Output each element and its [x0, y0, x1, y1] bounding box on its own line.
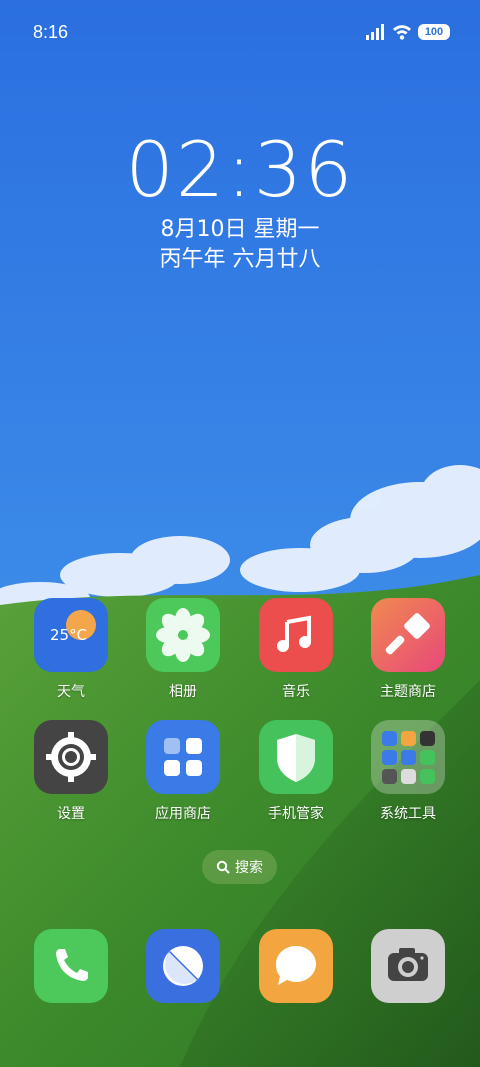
app-security[interactable]: 手机管家 [251, 720, 341, 823]
flower-icon [146, 598, 220, 672]
battery-indicator: 100 [418, 24, 450, 40]
dock-camera[interactable] [363, 929, 453, 1003]
app-app-store[interactable]: 应用商店 [138, 720, 228, 823]
app-themes[interactable]: 主题商店 [363, 598, 453, 701]
clock-widget[interactable]: 02:36 8月10日 星期一 丙午年 六月廿八 [0, 125, 480, 275]
camera-icon [371, 929, 445, 1003]
app-music[interactable]: 音乐 [251, 598, 341, 701]
app-label: 应用商店 [155, 806, 211, 822]
folder-icon [371, 720, 445, 794]
clock-date: 8月10日 星期一 [160, 217, 320, 242]
clock-lunar-date: 丙午年 六月廿八 [159, 247, 321, 272]
paintbrush-icon [371, 598, 445, 672]
chat-bubble-icon [259, 929, 333, 1003]
app-label: 主题商店 [380, 684, 436, 700]
app-label: 手机管家 [268, 806, 324, 822]
app-gallery[interactable]: 相册 [138, 598, 228, 701]
weather-icon: 25°C [34, 598, 108, 672]
search-icon [216, 860, 230, 874]
app-label: 设置 [57, 806, 85, 822]
clock-time: 02:36 [125, 125, 355, 214]
search-label: 搜索 [235, 860, 263, 876]
gear-icon [34, 720, 108, 794]
home-screen: 8:16 100 02:36 8月10日 星期一 丙午年 六月廿八 25°C 天… [0, 0, 480, 1067]
folder-system-tools[interactable]: 系统工具 [363, 720, 453, 823]
app-label: 音乐 [282, 684, 310, 700]
app-label: 系统工具 [380, 806, 436, 822]
folder-preview [381, 730, 435, 784]
status-time: 8:16 [33, 22, 69, 42]
music-note-icon [259, 598, 333, 672]
status-icons: 100 [366, 24, 450, 40]
phone-icon [34, 929, 108, 1003]
dock-messages[interactable] [251, 929, 341, 1003]
signal-icon [366, 24, 384, 40]
dock-phone[interactable] [26, 929, 116, 1003]
search-button[interactable]: 搜索 [202, 850, 277, 884]
app-label: 天气 [57, 684, 85, 700]
app-settings[interactable]: 设置 [26, 720, 116, 823]
dock-browser[interactable] [138, 929, 228, 1003]
app-weather[interactable]: 25°C 天气 [26, 598, 116, 701]
status-bar: 8:16 100 [0, 0, 480, 66]
weather-temperature: 25°C [50, 626, 88, 644]
grid-icon [146, 720, 220, 794]
wifi-icon [393, 25, 411, 40]
app-label: 相册 [169, 684, 197, 700]
browser-icon [146, 929, 220, 1003]
shield-icon [259, 720, 333, 794]
